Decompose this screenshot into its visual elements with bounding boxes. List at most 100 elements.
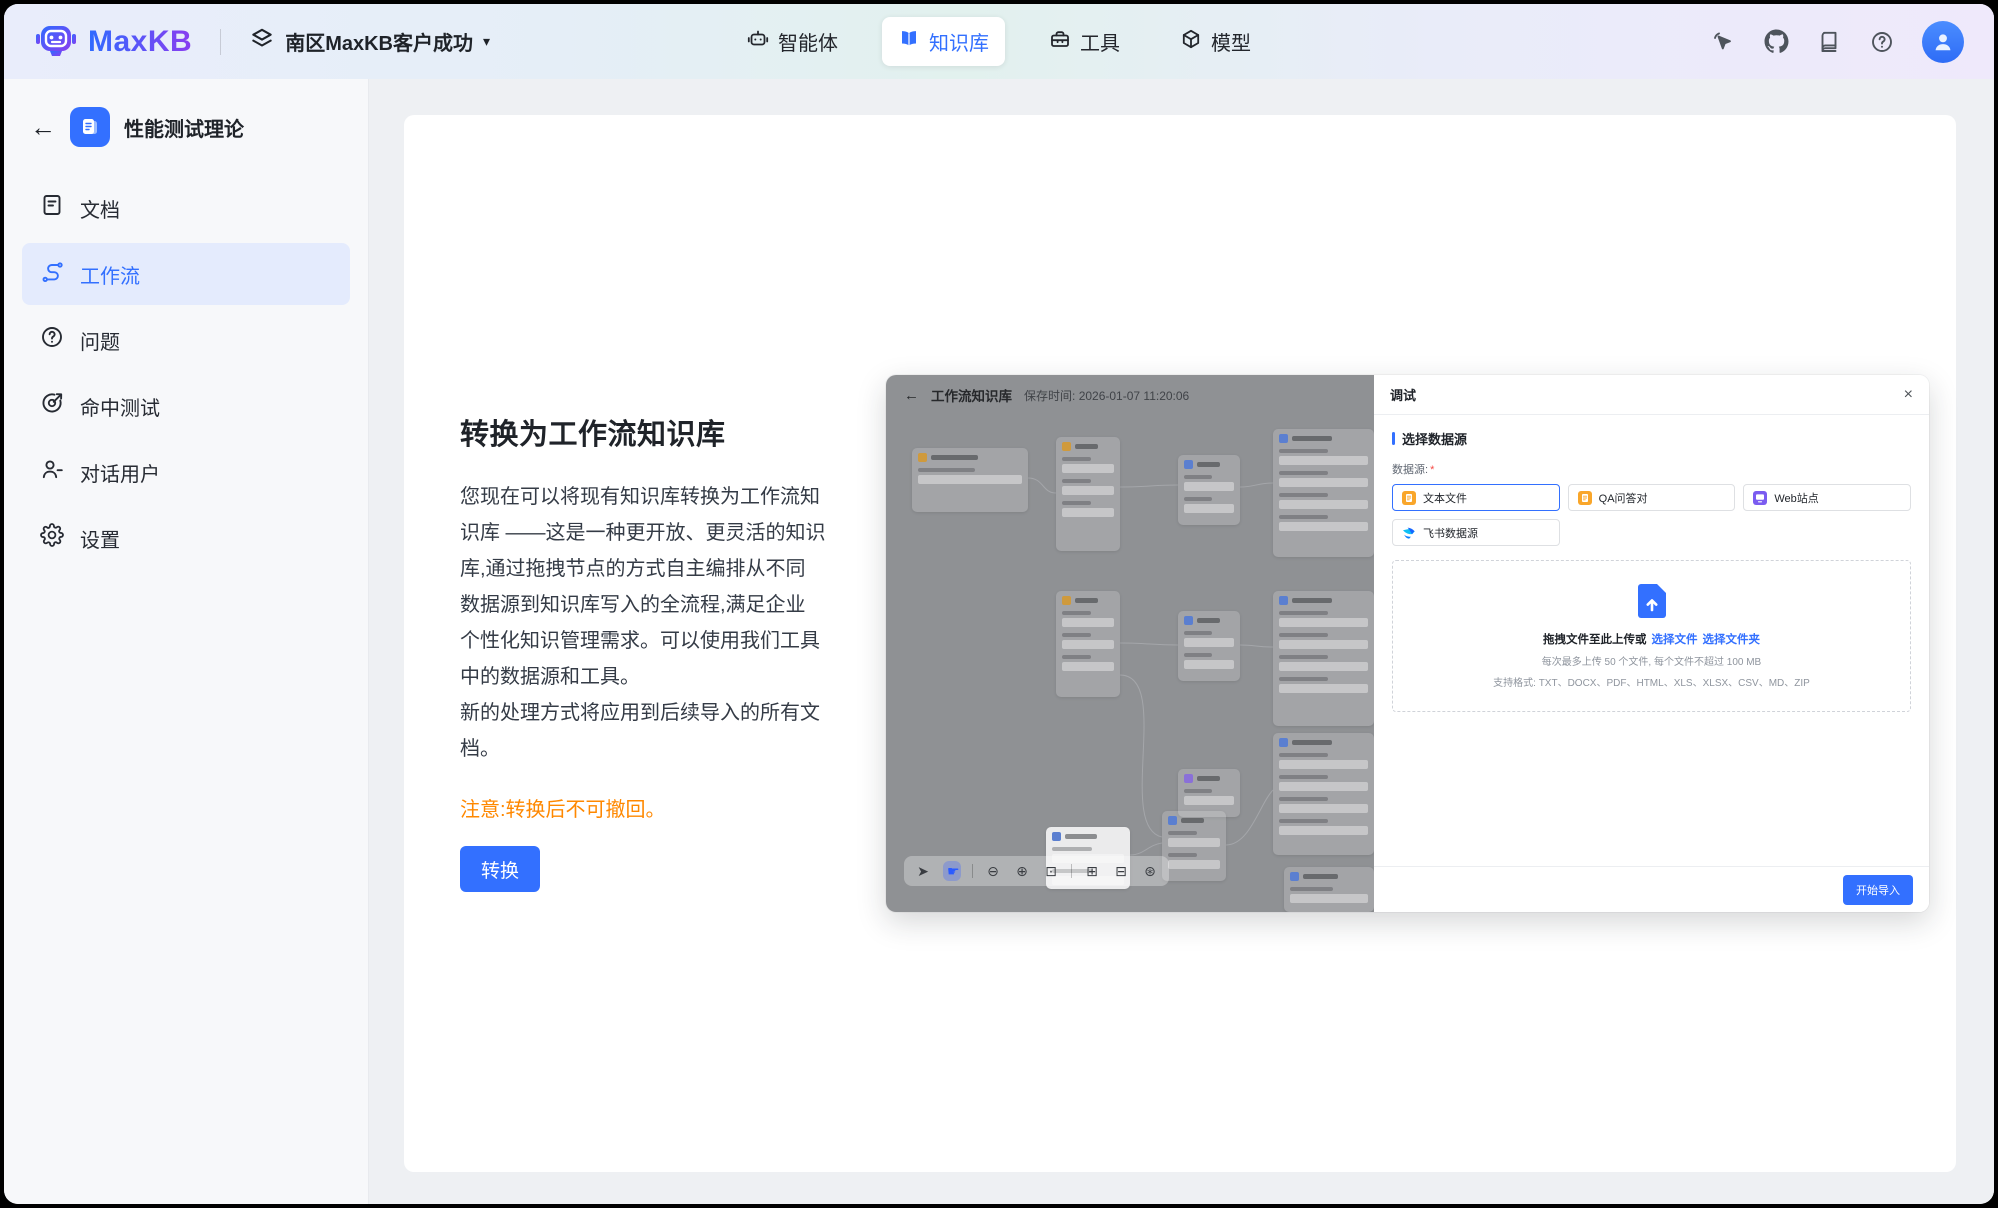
source-card-0: 文本文件: [1392, 484, 1560, 511]
debug-modal: 调试 × 选择数据源 数据源:*: [1374, 375, 1929, 912]
upload-file-icon: [1637, 583, 1667, 619]
beautify-icon: ⊛: [1141, 864, 1159, 878]
select-file-link: 选择文件: [1652, 634, 1698, 646]
user-icon: [40, 457, 64, 487]
irreversible-warning: 注意:转换后不可撤回。: [460, 793, 848, 822]
workflow-node: [1273, 733, 1374, 855]
maxkb-logo: MaxKB: [34, 17, 192, 66]
workflow-node: [1162, 811, 1226, 881]
workflow-preview-illustration: ← 工作流知识库 保存时间: 2026-01-07 11:20:06 ➤ ☛: [886, 375, 1929, 912]
back-arrow-icon: ←: [904, 387, 919, 404]
knowledge-base-title: 性能测试理论: [124, 113, 244, 142]
sidebar-item-label: 问题: [80, 326, 120, 355]
sidebar-item-questions[interactable]: 问题: [22, 309, 350, 371]
navbar-divider: [220, 29, 221, 55]
zoom-out-icon: ⊖: [984, 864, 1002, 878]
toolbar-divider: [1071, 864, 1072, 878]
section-accent-bar: [1392, 432, 1395, 445]
help-icon[interactable]: [1869, 29, 1895, 55]
book-icon: [898, 28, 920, 56]
avatar[interactable]: [1922, 21, 1964, 63]
upload-limit-text: 每次最多上传 50 个文件, 每个文件不超过 100 MB: [1542, 653, 1761, 668]
sidebar-item-label: 工作流: [80, 260, 140, 289]
horizontal-layout-icon: ⊟: [1112, 864, 1130, 878]
workspace-switcher[interactable]: 南区MaxKB客户成功 ▾: [249, 26, 490, 57]
sidebar-item-hit-test[interactable]: 命中测试: [22, 375, 350, 437]
target-hit-icon: [40, 391, 64, 421]
toolbar-divider: [972, 864, 973, 878]
window-frame: MaxKB 南区MaxKB客户成功 ▾: [0, 0, 1998, 1208]
convert-description: 您现在可以将现有知识库转换为工作流知 识库 ——这是一种更开放、更灵活的知识 库…: [460, 479, 848, 767]
datasource-options: 文本文件 QA问答对 Web站点: [1392, 484, 1911, 546]
gear-icon: [40, 523, 64, 553]
sidebar-item-label: 设置: [80, 524, 120, 553]
workflow-node: [1178, 455, 1240, 525]
workflow-node: [1178, 611, 1240, 681]
saved-time: 保存时间: 2026-01-07 11:20:06: [1024, 387, 1189, 404]
github-icon[interactable]: [1763, 29, 1789, 55]
nav-item-label: 模型: [1211, 27, 1251, 56]
workflow-editor-header: ← 工作流知识库 保存时间: 2026-01-07 11:20:06: [886, 375, 1374, 415]
convert-text-column: 转换为工作流知识库 您现在可以将现有知识库转换为工作流知 识库 ——这是一种更开…: [460, 411, 848, 892]
modal-header: 调试 ×: [1374, 375, 1929, 415]
canvas-toolbar: ➤ ☛ ⊖ ⊕ ⊡ ⊞ ⊟ ⊛: [904, 856, 1169, 886]
hand-icon: ☛: [943, 861, 961, 881]
source-card-1: QA问答对: [1568, 484, 1736, 511]
select-folder-link: 选择文件夹: [1703, 634, 1761, 646]
nav-item-knowledge[interactable]: 知识库: [882, 17, 1005, 66]
workflow-node: [1273, 429, 1374, 557]
upload-format-text: 支持格式: TXT、DOCX、PDF、HTML、XLS、XLSX、CSV、MD、…: [1493, 674, 1810, 689]
cube-icon: [1180, 28, 1202, 56]
sidebar-item-workflow[interactable]: 工作流: [22, 243, 350, 305]
docs-book-icon[interactable]: [1816, 29, 1842, 55]
qa-file-icon: [1578, 491, 1592, 505]
sidebar-item-settings[interactable]: 设置: [22, 507, 350, 569]
nav-item-tools[interactable]: 工具: [1033, 17, 1136, 66]
nav-item-models[interactable]: 模型: [1164, 17, 1267, 66]
workspace-layers-icon: [249, 26, 275, 57]
upload-instruction: 拖拽文件至此上传或选择文件选择文件夹: [1543, 631, 1760, 647]
nav-item-agents[interactable]: 智能体: [731, 17, 854, 66]
section-title: 选择数据源: [1402, 429, 1467, 448]
top-navbar: MaxKB 南区MaxKB客户成功 ▾: [4, 4, 1994, 79]
chevron-down-icon: ▾: [483, 33, 490, 50]
workflow-node: [1284, 867, 1374, 912]
section-header: 选择数据源: [1392, 429, 1911, 448]
sidebar: ← 性能测试理论 文档: [4, 79, 369, 1204]
web-site-icon: [1753, 491, 1767, 505]
sidebar-item-chat-users[interactable]: 对话用户: [22, 441, 350, 503]
navbar-right-tools: [1710, 21, 1964, 63]
page-title: 转换为工作流知识库: [460, 411, 848, 453]
logo-text: MaxKB: [88, 25, 192, 59]
nav-item-label: 工具: [1080, 27, 1120, 56]
workflow-node: [1056, 437, 1120, 551]
toolbox-icon: [1049, 28, 1071, 56]
document-icon: [40, 193, 64, 223]
main-area: 转换为工作流知识库 您现在可以将现有知识库转换为工作流知 识库 ——这是一种更开…: [369, 79, 1994, 1204]
main-nav: 智能体 知识库 工具: [731, 17, 1267, 66]
sidebar-item-documents[interactable]: 文档: [22, 177, 350, 239]
modal-title: 调试: [1390, 385, 1416, 404]
robot-icon: [747, 28, 769, 56]
workflow-node: [1178, 769, 1240, 817]
back-arrow-icon[interactable]: ←: [30, 114, 56, 140]
workflow-editor-title: 工作流知识库: [931, 385, 1012, 405]
upload-dropzone: 拖拽文件至此上传或选择文件选择文件夹 每次最多上传 50 个文件, 每个文件不超…: [1392, 560, 1911, 712]
workflow-icon: [40, 259, 64, 289]
knowledge-base-icon: [70, 107, 110, 147]
convert-button[interactable]: 转换: [460, 846, 540, 892]
pointer-tool-icon[interactable]: [1710, 29, 1736, 55]
workflow-node: [912, 448, 1028, 512]
source-card-2: Web站点: [1743, 484, 1911, 511]
fit-view-icon: ⊡: [1042, 864, 1060, 878]
close-icon: ×: [1904, 387, 1913, 403]
source-card-3: 飞书数据源: [1392, 519, 1560, 546]
workflow-canvas-nodes: [886, 375, 1374, 912]
modal-body: 选择数据源 数据源:* 文本文件: [1374, 415, 1929, 712]
knowledge-base-header: ← 性能测试理论: [4, 107, 368, 147]
workflow-node: [1273, 591, 1374, 726]
question-circle-icon: [40, 325, 64, 355]
workflow-canvas: ← 工作流知识库 保存时间: 2026-01-07 11:20:06 ➤ ☛: [886, 375, 1374, 912]
robot-logo-icon: [34, 17, 78, 66]
maxkb-app: MaxKB 南区MaxKB客户成功 ▾: [4, 4, 1994, 1204]
